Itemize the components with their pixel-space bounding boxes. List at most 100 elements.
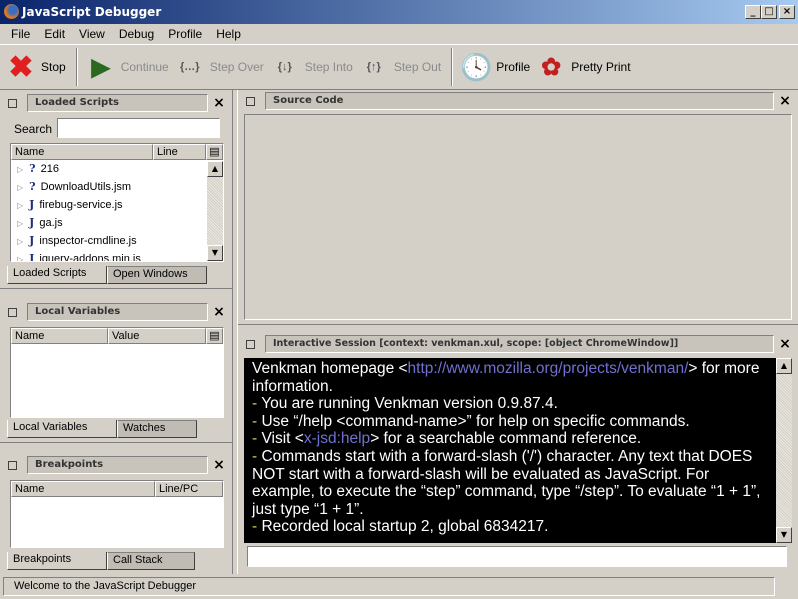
menu-debug[interactable]: Debug [112,24,161,44]
stop-button[interactable]: ✖ Stop [6,51,66,84]
scripts-scrollbar[interactable]: ▲ ▼ [207,161,223,261]
expand-twisty-icon[interactable]: ▷ [17,201,23,210]
float-toggle[interactable] [8,307,17,317]
panel-title: Local Variables [27,303,208,321]
script-name: firebug-service.js [39,199,123,211]
menu-bar: File Edit View Debug Profile Help [0,24,798,44]
column-line[interactable]: Line [153,144,206,160]
expand-twisty-icon[interactable]: ▷ [17,237,23,246]
pretty-print-button[interactable]: ✿ Pretty Print [536,52,630,82]
maximize-button[interactable]: □ [761,5,777,19]
toolbar-separator [75,48,78,86]
step-out-button[interactable]: {↑} Step Out [359,52,441,82]
output-line: - You are running Venkman version 0.9.87… [252,395,558,413]
column-name[interactable]: Name [11,481,155,497]
script-row[interactable]: ▷ Jinspector-cmdline.js [11,232,223,250]
float-toggle[interactable] [8,98,17,108]
venkman-homepage-link[interactable]: http://www.mozilla.org/projects/venkman/ [408,360,689,377]
horizontal-splitter[interactable] [238,324,798,330]
script-type-icon: J [29,252,35,262]
close-panel-icon[interactable]: × [208,304,230,320]
session-scrollbar[interactable]: ▲ ▼ [776,358,792,543]
script-name: 216 [40,163,59,175]
step-out-icon: {↑} [366,61,381,73]
output-line: Venkman homepage <http://www.mozilla.org… [252,360,760,395]
script-row[interactable]: ▷? DownloadUtils.jsm [11,178,223,196]
menu-view[interactable]: View [72,24,112,44]
float-toggle[interactable] [246,339,255,349]
column-name[interactable]: Name [11,144,153,160]
close-button[interactable]: × [779,5,795,19]
step-over-label: Step Over [209,60,264,74]
title-bar: JavaScript Debugger _ □ × [0,0,798,24]
float-toggle[interactable] [8,460,17,470]
search-label: Search [14,122,53,136]
tab-watches[interactable]: Watches [117,420,197,438]
step-into-label: Step Into [304,60,353,74]
vertical-splitter[interactable] [232,90,238,574]
close-panel-icon[interactable]: × [774,93,796,109]
expand-twisty-icon[interactable]: ▷ [17,255,23,261]
output-line: - Visit <x-jsd:help> for a searchable co… [252,430,642,448]
scroll-up-icon[interactable]: ▲ [776,358,792,374]
tab-breakpoints[interactable]: Breakpoints [7,552,107,570]
expand-twisty-icon[interactable]: ▷ [17,165,23,174]
step-out-label: Step Out [393,60,442,74]
source-code-view[interactable] [244,114,792,320]
script-row[interactable]: ▷ Jjquery-addons.min.js [11,250,223,262]
menu-edit[interactable]: Edit [37,24,72,44]
menu-help[interactable]: Help [209,24,248,44]
script-type-icon: J [29,234,35,247]
script-row[interactable]: ▷ Jga.js [11,214,223,232]
tab-loaded-scripts[interactable]: Loaded Scripts [7,266,107,284]
close-panel-icon[interactable]: × [774,336,796,352]
scroll-up-icon[interactable]: ▲ [207,161,223,177]
column-line-pc[interactable]: Line/PC [155,481,223,497]
column-name[interactable]: Name [11,328,108,344]
locals-tree: Name Value ▤ [10,327,224,418]
script-row[interactable]: ▷ Jfirebug-service.js [11,196,223,214]
expand-twisty-icon[interactable]: ▷ [17,219,23,228]
stop-label: Stop [41,60,66,74]
script-row[interactable]: ▷? 216 [11,160,223,178]
clock-icon: 🕓 [460,51,493,82]
session-command-input[interactable] [247,546,787,567]
horizontal-splitter[interactable] [0,442,232,448]
menu-profile[interactable]: Profile [161,24,209,44]
help-link[interactable]: x-jsd:help [304,430,370,447]
loaded-scripts-header: Loaded Scripts × [0,93,230,113]
scripts-tabs: Loaded Scripts Open Windows [7,266,207,284]
script-name: ga.js [39,217,63,229]
horizontal-splitter[interactable] [0,288,232,294]
scroll-down-icon[interactable]: ▼ [776,527,792,543]
output-line: - Use “/help <command-name>” for help on… [252,412,690,430]
step-into-button[interactable]: {↓} Step Into [270,52,353,82]
panel-title: Source Code [265,92,774,110]
tab-open-windows[interactable]: Open Windows [107,266,207,284]
column-picker-icon[interactable]: ▤ [206,328,223,344]
scroll-down-icon[interactable]: ▼ [207,245,223,261]
script-name: inspector-cmdline.js [39,235,137,247]
step-into-icon: {↓} [277,61,292,73]
column-value[interactable]: Value [108,328,206,344]
close-panel-icon[interactable]: × [208,95,230,111]
tab-call-stack[interactable]: Call Stack [107,552,195,570]
search-input[interactable] [57,118,220,138]
script-type-icon: ? [29,162,36,175]
column-picker-icon[interactable]: ▤ [206,144,223,160]
tab-local-variables[interactable]: Local Variables [7,420,117,438]
menu-file[interactable]: File [4,24,37,44]
breakpoints-tabs: Breakpoints Call Stack [7,552,195,570]
breakpoints-header: Breakpoints × [0,455,230,475]
step-over-icon: {…} [179,61,200,73]
output-line: - Recorded local startup 2, global 68342… [252,518,549,536]
scripts-tree: Name Line ▤ ▷? 216 ▷? DownloadUtils.jsm ▷ Jfire… [10,143,224,262]
continue-button[interactable]: ▶ Continue [86,52,168,82]
expand-twisty-icon[interactable]: ▷ [17,183,23,192]
profile-button[interactable]: 🕓 Profile [460,51,530,82]
firefox-logo-icon [4,4,19,19]
step-over-button[interactable]: {…} Step Over [175,52,264,82]
close-panel-icon[interactable]: × [208,457,230,473]
minimize-button[interactable]: _ [745,5,761,19]
float-toggle[interactable] [246,96,255,106]
